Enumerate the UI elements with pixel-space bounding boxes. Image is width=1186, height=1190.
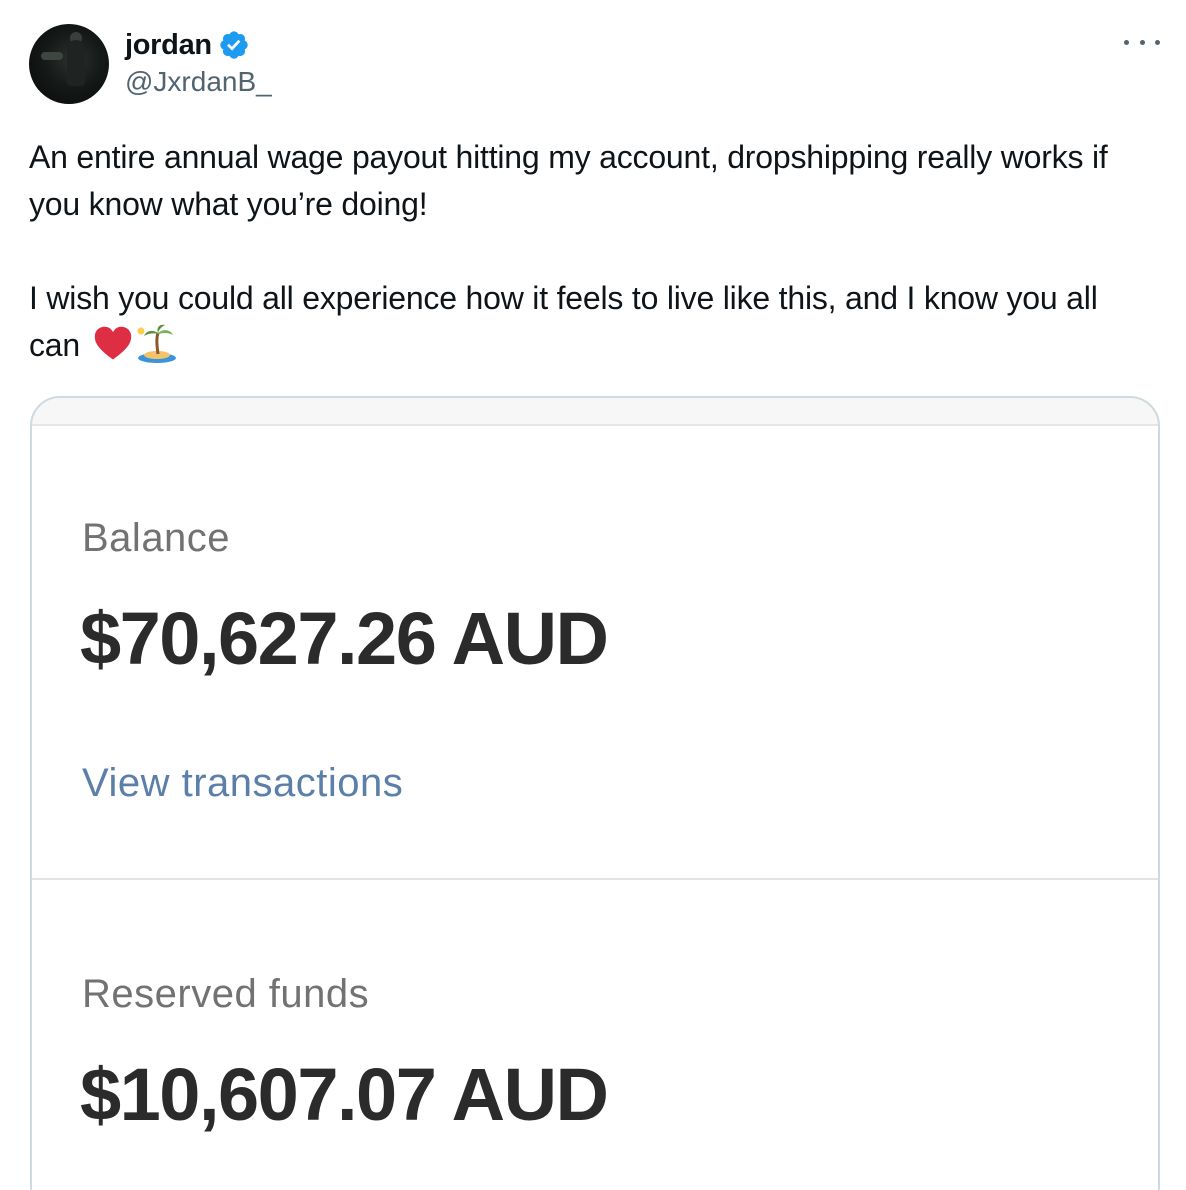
balance-label: Balance	[82, 516, 231, 560]
tweet-paragraph: An entire annual wage payout hitting my …	[29, 139, 1108, 222]
reserved-funds-amount: $10,607.07 AUD	[80, 1053, 609, 1136]
author-handle[interactable]: @JxrdanB_	[125, 66, 272, 98]
more-options-icon[interactable]	[1124, 30, 1160, 54]
avatar-figure	[67, 40, 85, 86]
avatar[interactable]	[29, 24, 109, 104]
section-divider	[32, 878, 1158, 880]
tweet: jordan @JxrdanB_ An entire annual wage p…	[0, 0, 1186, 1190]
tweet-paragraph: I wish you could all experience how it f…	[29, 275, 1139, 369]
tweet-text: An entire annual wage payout hitting my …	[29, 134, 1139, 369]
red-heart-icon	[94, 326, 131, 360]
more-dot	[1155, 39, 1160, 45]
desert-island-icon	[137, 324, 176, 363]
media-attachment[interactable]: Balance $70,627.26 AUD View transactions…	[30, 396, 1160, 1190]
more-dot	[1124, 39, 1129, 45]
author-name-row[interactable]: jordan	[125, 27, 250, 63]
tweet-paragraph-text: I wish you could all experience how it f…	[29, 280, 1098, 363]
balance-amount: $70,627.26 AUD	[80, 597, 609, 680]
more-dot	[1139, 39, 1145, 45]
bank-balance-screenshot: Balance $70,627.26 AUD View transactions…	[32, 424, 1158, 1190]
view-transactions-link: View transactions	[82, 761, 404, 805]
avatar-background-shape	[41, 52, 63, 60]
author-display-name[interactable]: jordan	[125, 29, 212, 62]
verified-badge-icon	[220, 31, 248, 59]
reserved-funds-label: Reserved funds	[82, 972, 370, 1016]
